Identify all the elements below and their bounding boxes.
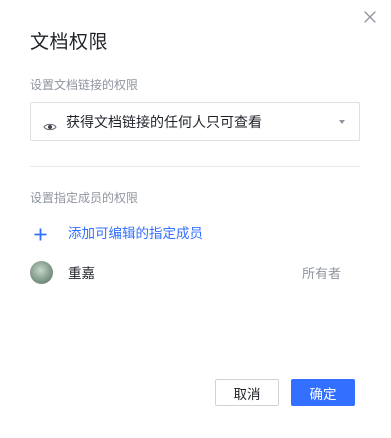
section-divider	[30, 166, 360, 167]
link-permission-value: 获得文档链接的任何人只可查看	[66, 114, 262, 131]
link-permission-select[interactable]: 获得文档链接的任何人只可查看	[30, 102, 360, 141]
add-editor-button[interactable]: 添加可编辑的指定成员	[34, 222, 203, 242]
avatar	[30, 260, 53, 284]
cancel-button[interactable]: 取消	[215, 379, 279, 406]
confirm-button[interactable]: 确定	[291, 379, 355, 406]
dialog-title: 文档权限	[30, 31, 109, 53]
member-name: 重嘉	[68, 266, 95, 282]
permission-dialog: 文档权限 设置文档链接的权限 获得文档链接的任何人只可查看 设置指定成员的权限 …	[0, 0, 391, 438]
member-row: 重嘉 所有者	[30, 259, 360, 285]
close-icon[interactable]	[362, 9, 378, 25]
add-editor-label: 添加可编辑的指定成员	[68, 226, 203, 242]
eye-icon	[43, 117, 57, 130]
plus-icon	[34, 226, 47, 240]
member-role: 所有者	[301, 266, 341, 282]
chevron-down-icon	[339, 119, 345, 124]
member-permission-label: 设置指定成员的权限	[30, 191, 139, 205]
link-permission-label: 设置文档链接的权限	[30, 78, 139, 92]
